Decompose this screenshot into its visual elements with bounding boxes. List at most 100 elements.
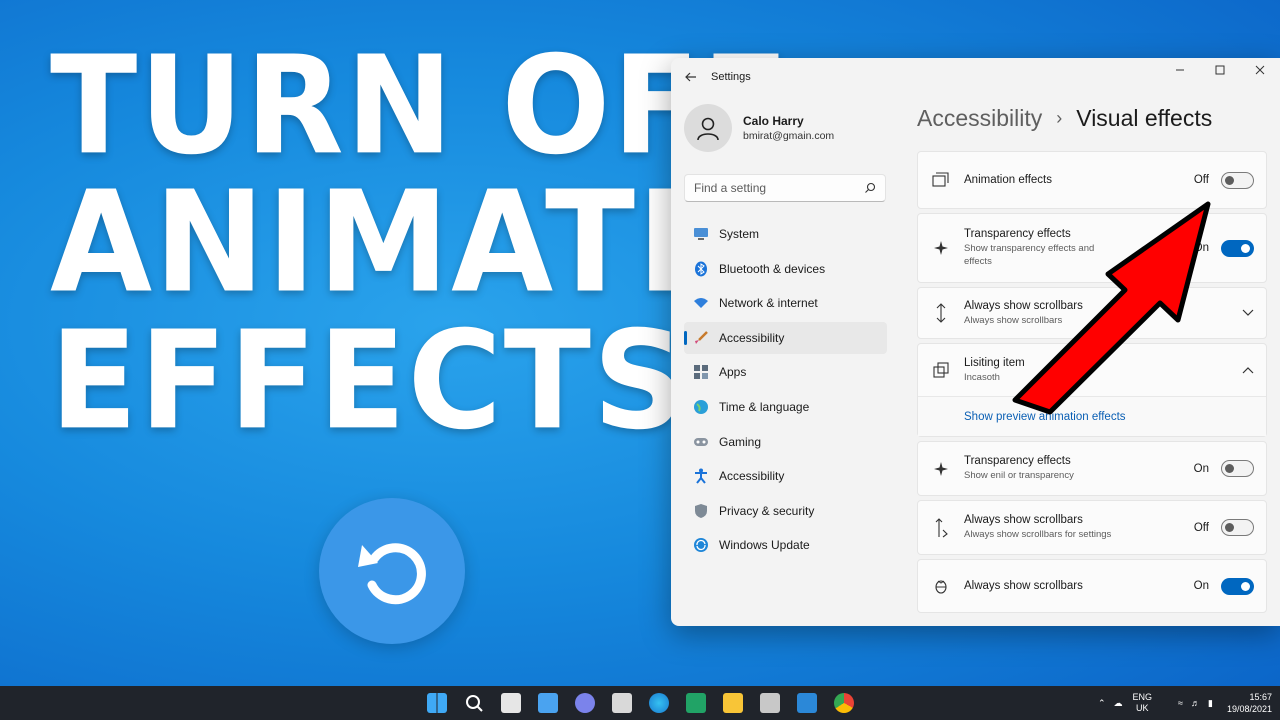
scroll-arrows-icon: [931, 303, 951, 323]
sidebar-item-label: Windows Update: [719, 538, 810, 553]
breadcrumb-separator: ›: [1056, 108, 1063, 128]
excel-icon[interactable]: [686, 693, 706, 713]
edge-icon[interactable]: [649, 693, 669, 713]
brush-icon: [693, 330, 709, 346]
apps-icon: [693, 364, 709, 380]
sidebar-item-label: Apps: [719, 365, 747, 380]
transparency-toggle-2[interactable]: [1221, 460, 1254, 477]
search-input[interactable]: Find a setting: [684, 174, 886, 202]
sidebar-item-bluetooth[interactable]: Bluetooth & devices: [684, 253, 887, 285]
wifi-icon: [693, 295, 709, 311]
transparency-effects-toggle[interactable]: [1221, 239, 1254, 257]
caption-buttons: [1160, 58, 1280, 82]
window-title: Settings: [711, 71, 751, 83]
refresh-icon: [358, 543, 426, 605]
cloud-icon[interactable]: ☁: [1114, 698, 1123, 709]
sidebar-item-windows-update[interactable]: Windows Update: [684, 529, 887, 561]
globe-icon: [693, 399, 709, 415]
refresh-badge: [319, 498, 465, 644]
profile-email: bmirat@gmain.com: [743, 130, 835, 142]
sidebar-item-accessibility-active[interactable]: Accessibility: [684, 321, 887, 354]
back-arrow-icon[interactable]: [684, 70, 698, 84]
scrollbars-card-3[interactable]: Always show scrollbars On: [917, 559, 1267, 613]
sidebar-item-gaming[interactable]: Gaming: [684, 426, 887, 458]
bluetooth-icon: [693, 261, 709, 277]
clock-time: 15:67: [1249, 692, 1272, 702]
language-indicator[interactable]: ENG UK: [1133, 692, 1153, 714]
windows-stack-icon: [931, 360, 951, 380]
monitor-icon: [693, 226, 709, 242]
clock[interactable]: 15:67 19/08/2021: [1227, 691, 1272, 715]
bag-icon[interactable]: [760, 693, 780, 713]
cursor-arrows-icon: [931, 517, 951, 538]
start-icon[interactable]: [427, 693, 447, 713]
shield-icon: [693, 503, 709, 519]
sidebar-item-label: Privacy & security: [719, 503, 815, 518]
file-explorer-icon[interactable]: [723, 693, 743, 713]
bug-icon: [931, 576, 951, 596]
sidebar-item-label: Bluetooth & devices: [719, 261, 826, 276]
sidebar-item-time-language[interactable]: Time & language: [684, 391, 887, 423]
card-title: Always show scrollbars: [964, 514, 1083, 526]
chevron-down-icon[interactable]: [1242, 309, 1254, 317]
search-icon: [865, 182, 876, 193]
search-placeholder: Find a setting: [694, 181, 767, 195]
region-code: UK: [1136, 703, 1149, 713]
sidebar-item-system[interactable]: System: [684, 218, 887, 250]
transparency-card-2[interactable]: Transparency effects Show enil or transp…: [917, 441, 1267, 496]
mail-icon[interactable]: [797, 693, 817, 713]
taskbar-apps: [427, 686, 871, 720]
user-profile[interactable]: Calo Harry bmirat@gmain.com: [684, 104, 834, 152]
volume-icon[interactable]: ♬: [1191, 698, 1200, 708]
sidebar-item-accessibility[interactable]: Accessibility: [684, 460, 887, 492]
taskbar: ⌃ ☁ ENG UK ≈ ♬ ▮ 15:67 19/08/2021: [0, 686, 1280, 720]
sidebar-item-label: Accessibility: [719, 469, 785, 484]
profile-name: Calo Harry: [743, 114, 804, 128]
sidebar-nav: System Bluetooth & devices Network & int…: [684, 218, 887, 564]
maximize-button[interactable]: [1200, 58, 1240, 82]
sparkle-icon: [931, 238, 951, 258]
chevron-up-icon[interactable]: [1242, 366, 1254, 374]
wifi-icon[interactable]: ≈: [1178, 698, 1183, 708]
toggle-state: On: [1193, 462, 1209, 475]
gamepad-icon: [693, 434, 709, 450]
store-icon[interactable]: [612, 693, 632, 713]
minimize-button[interactable]: [1160, 58, 1200, 82]
accessibility-icon: [693, 468, 709, 484]
task-view-icon[interactable]: [501, 693, 521, 713]
breadcrumb: Accessibility › Visual effects: [917, 105, 1212, 132]
sidebar-item-label: Network & internet: [719, 296, 818, 311]
card-subtitle: Always show scrollbars for settings: [964, 529, 1112, 540]
sparkle-icon: [931, 459, 951, 479]
update-icon: [693, 537, 709, 553]
battery-icon[interactable]: ▮: [1208, 698, 1213, 709]
card-title: Always show scrollbars: [964, 580, 1083, 592]
chevron-up-icon[interactable]: ⌃: [1098, 698, 1106, 709]
scrollbars-toggle-2[interactable]: [1221, 519, 1254, 536]
scrollbars-toggle-3[interactable]: [1221, 577, 1254, 595]
sidebar-item-label: Accessibility: [719, 330, 785, 345]
toggle-state: On: [1193, 580, 1209, 592]
red-arrow-pointer: [1012, 201, 1211, 415]
close-button[interactable]: [1240, 58, 1280, 82]
animation-effects-toggle[interactable]: [1221, 171, 1254, 189]
card-title: Animation effects: [964, 174, 1053, 186]
sidebar-item-label: Time & language: [719, 399, 810, 414]
toggle-state: Off: [1193, 521, 1209, 534]
chat-icon[interactable]: [575, 693, 595, 713]
widgets-icon[interactable]: [538, 693, 558, 713]
clock-date: 19/08/2021: [1226, 704, 1272, 714]
toggle-state: Off: [1193, 174, 1209, 186]
card-title: Transparency effects: [964, 455, 1071, 467]
chrome-icon[interactable]: [834, 693, 854, 713]
sidebar-item-privacy-security[interactable]: Privacy & security: [684, 495, 887, 527]
language-code: ENG: [1132, 692, 1153, 702]
avatar: [684, 104, 732, 152]
system-tray: ⌃ ☁ ENG UK ≈ ♬ ▮ 15:67 19/08/2021: [1098, 686, 1272, 720]
search-icon[interactable]: [464, 693, 484, 713]
sidebar-item-apps[interactable]: Apps: [684, 356, 887, 388]
scrollbars-card-2[interactable]: Always show scrollbars Always show scrol…: [917, 500, 1267, 555]
sidebar-item-network[interactable]: Network & internet: [684, 287, 887, 319]
breadcrumb-parent[interactable]: Accessibility: [917, 105, 1042, 132]
animation-icon: [931, 170, 951, 190]
